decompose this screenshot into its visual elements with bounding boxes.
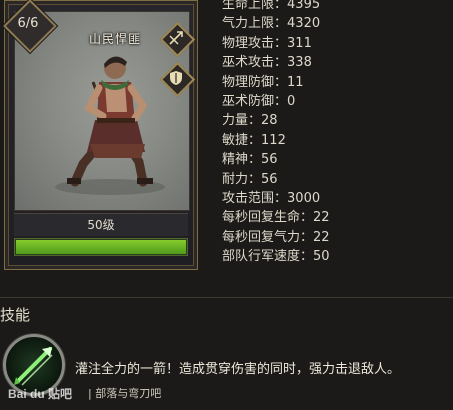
stat-separator: ： — [274, 74, 288, 90]
stat-row: 巫术攻击：338 — [222, 53, 330, 72]
stat-value: 338 — [287, 55, 312, 71]
unit-name: 山民悍匪 — [88, 32, 141, 46]
attack-type-button[interactable] — [159, 21, 196, 58]
stat-row: 攻击范围：3000 — [222, 189, 330, 208]
stat-label: 物理攻击 — [222, 35, 275, 51]
stat-value: 3000 — [287, 190, 321, 206]
stat-label: 每秒回复气力 — [222, 229, 301, 245]
stat-label: 力量 — [222, 113, 249, 129]
health-bar — [14, 238, 188, 256]
stat-value: 4320 — [287, 16, 321, 32]
stat-label: 攻击范围 — [222, 190, 275, 206]
stat-label: 气力上限 — [222, 16, 275, 32]
stat-separator: ： — [274, 55, 288, 71]
stats-list: 生命上限：4395 气力上限：4320 物理攻击：311 巫术攻击：338 物理防御：1… — [222, 0, 330, 266]
stat-row: 精神：56 — [222, 150, 330, 169]
unit-count: 6/6 — [17, 16, 39, 31]
stat-label: 耐力 — [222, 171, 249, 187]
stat-value: 22 — [313, 229, 330, 245]
stat-value: 311 — [287, 35, 312, 51]
stat-row: 生命上限：4395 — [222, 0, 330, 14]
stat-value: 56 — [261, 171, 278, 187]
armor-type-button[interactable] — [159, 61, 196, 98]
stat-value: 112 — [261, 132, 286, 148]
stat-separator: ： — [248, 132, 262, 148]
stat-value: 0 — [287, 93, 296, 109]
stat-value: 28 — [261, 113, 278, 129]
stat-label: 敏捷 — [222, 132, 249, 148]
stat-value: 22 — [313, 210, 330, 226]
stat-separator: ： — [300, 210, 314, 226]
skills-title: 技能 — [0, 306, 31, 324]
stat-separator: ： — [248, 171, 262, 187]
health-bar-fill — [16, 240, 186, 254]
unit-count-badge: 6/6 — [3, 0, 57, 53]
stat-label: 巫术攻击 — [222, 55, 275, 71]
stat-label: 巫术防御 — [222, 93, 275, 109]
baidu-tieba-watermark: Bai du 贴吧 — [8, 387, 73, 401]
unit-level: 50级 — [14, 213, 188, 236]
stat-row: 部队行军速度：50 — [222, 247, 330, 266]
stat-row: 物理防御：11 — [222, 73, 330, 92]
stat-row: 巫术防御：0 — [222, 92, 330, 111]
stat-value: 11 — [287, 74, 304, 90]
stat-row: 每秒回复生命：22 — [222, 208, 330, 227]
stat-row: 耐力：56 — [222, 170, 330, 189]
stat-separator: ： — [248, 152, 262, 168]
skill-description: 灌注全力的一箭！造成贯穿伤害的同时，强力击退敌人。 — [75, 362, 401, 377]
stat-row: 力量：28 — [222, 111, 330, 130]
stat-value: 50 — [313, 249, 330, 265]
stat-row: 每秒回复气力：22 — [222, 228, 330, 247]
stat-separator: ： — [274, 190, 288, 206]
stat-value: 4395 — [287, 0, 321, 12]
section-divider — [0, 297, 453, 298]
bow-icon — [169, 31, 183, 45]
stat-label: 物理防御 — [222, 74, 275, 90]
stat-separator: ： — [274, 16, 288, 32]
stat-separator: ： — [248, 113, 262, 129]
stat-row: 气力上限：4320 — [222, 14, 330, 33]
stat-value: 56 — [261, 152, 278, 168]
stat-row: 物理攻击：311 — [222, 34, 330, 53]
stat-label: 生命上限 — [222, 0, 275, 12]
stat-separator: ： — [274, 35, 288, 51]
stat-separator: ： — [274, 0, 288, 12]
unit-card: 山民悍匪 6/6 50级 — [3, 0, 198, 270]
shield-icon — [170, 71, 182, 85]
stat-separator: ： — [274, 93, 288, 109]
stat-label: 精神 — [222, 152, 249, 168]
stat-separator: ： — [300, 229, 314, 245]
stat-separator: ： — [300, 249, 314, 265]
stat-row: 敏捷：112 — [222, 131, 330, 150]
stat-label: 部队行军速度 — [222, 249, 301, 265]
stat-label: 每秒回复生命 — [222, 210, 301, 226]
footer-caption: | 部落与弯刀吧 — [88, 387, 162, 400]
